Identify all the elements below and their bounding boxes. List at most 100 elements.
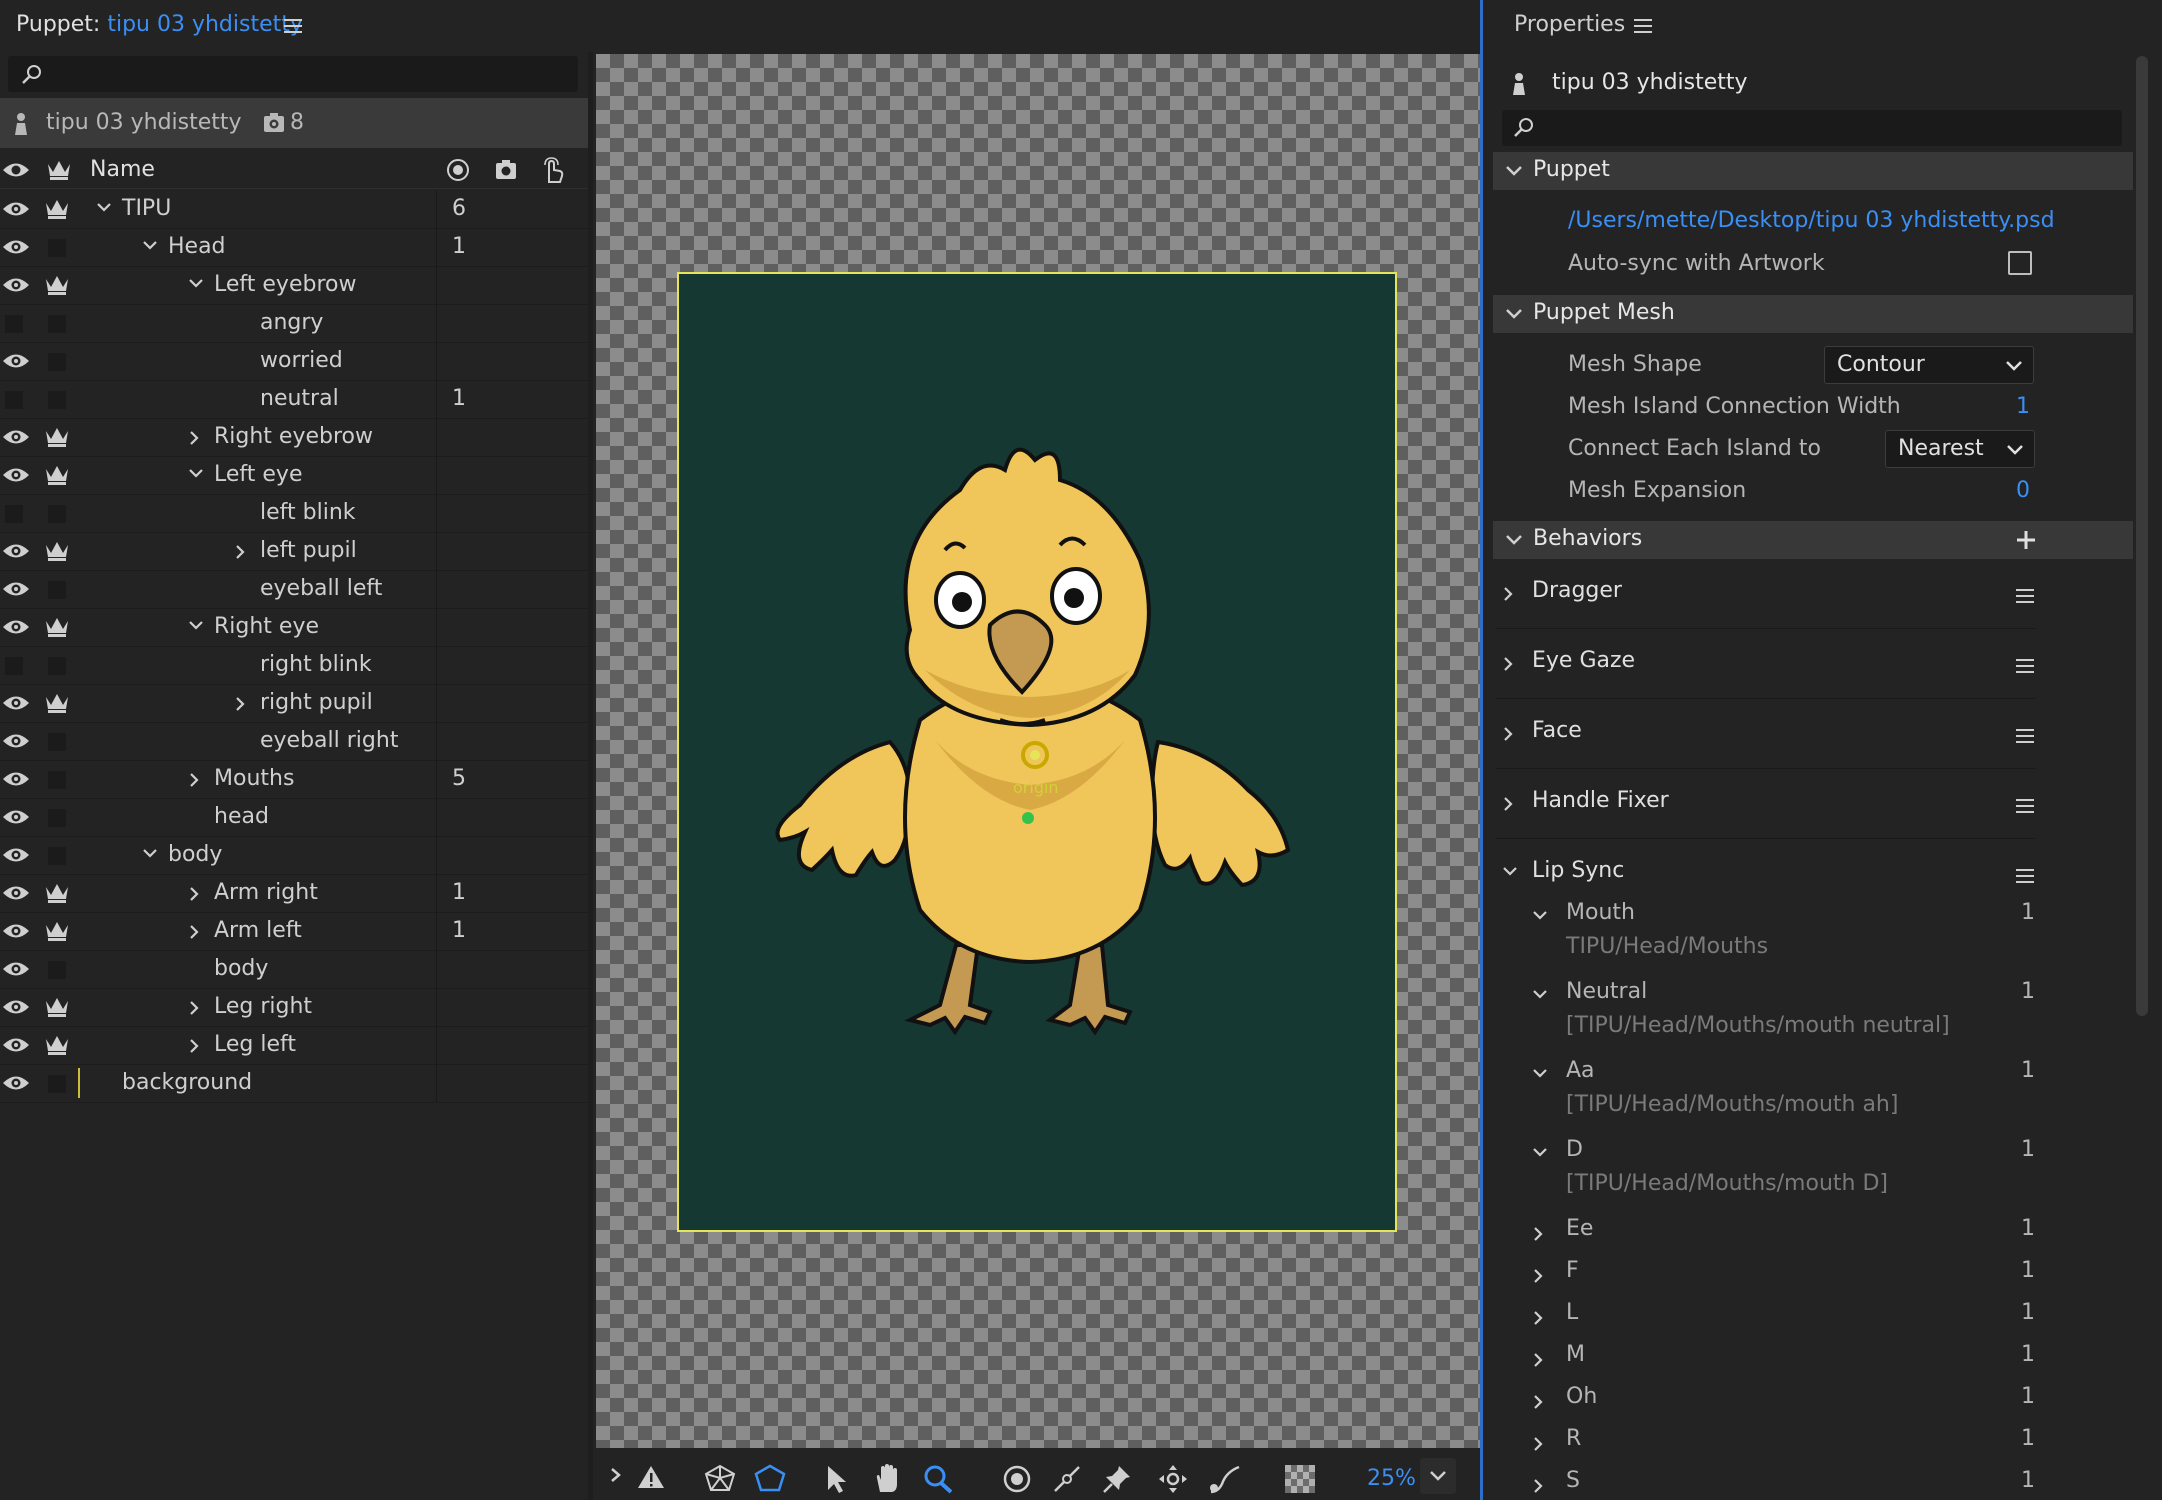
visibility-eye-icon[interactable]	[2, 465, 30, 485]
visibility-eye-icon[interactable]	[2, 579, 30, 599]
warp-independent-crown-icon[interactable]	[44, 274, 70, 296]
warp-independent-crown-icon[interactable]	[44, 616, 70, 638]
behavior-face[interactable]: Face	[1496, 700, 2036, 769]
warp-independent-toggle-off[interactable]	[48, 391, 66, 409]
chevron-right-icon[interactable]	[1532, 1394, 1548, 1410]
record-column-icon[interactable]	[446, 158, 470, 182]
touch-column-icon[interactable]	[540, 156, 566, 184]
island-width-value[interactable]: 1	[2016, 394, 2030, 419]
chevron-right-icon[interactable]	[234, 544, 250, 560]
visibility-column-icon[interactable]	[2, 160, 30, 180]
chevron-right-icon[interactable]	[1532, 1226, 1548, 1242]
warp-independent-toggle-off[interactable]	[48, 353, 66, 371]
viseme-label[interactable]: R	[1566, 1426, 1581, 1451]
viseme-label[interactable]: Aa	[1566, 1058, 1595, 1083]
behavior-dragger[interactable]: Dragger	[1496, 560, 2036, 629]
add-behavior-icon[interactable]	[2016, 530, 2036, 550]
visibility-eye-icon[interactable]	[2, 199, 30, 219]
chevron-down-icon[interactable]	[142, 848, 158, 864]
viseme-label[interactable]: Oh	[1566, 1384, 1597, 1409]
layer-row[interactable]: angry	[0, 304, 588, 343]
name-column-label[interactable]: Name	[90, 157, 155, 182]
puppet-summary-bar[interactable]: tipu 03 yhdistetty 8	[0, 98, 588, 148]
warp-independent-toggle-off[interactable]	[48, 1075, 66, 1093]
behavior-lip-sync[interactable]: Lip Sync	[1496, 840, 2036, 908]
visibility-eye-icon[interactable]	[2, 731, 30, 751]
warp-independent-toggle-off[interactable]	[48, 581, 66, 599]
visibility-eye-icon[interactable]	[2, 921, 30, 941]
properties-menu-icon[interactable]	[1634, 18, 1654, 34]
chevron-right-icon[interactable]	[1502, 796, 1518, 812]
warp-independent-crown-icon[interactable]	[44, 1034, 70, 1056]
left-panel-divider[interactable]	[588, 52, 593, 1500]
pin-tool-icon[interactable]	[1102, 1464, 1132, 1494]
chevron-down-icon[interactable]	[142, 240, 158, 256]
layer-row[interactable]: Arm left 1	[0, 912, 588, 951]
visibility-eye-icon[interactable]	[2, 275, 30, 295]
visibility-toggle-off[interactable]	[5, 315, 23, 333]
visibility-eye-icon[interactable]	[2, 693, 30, 713]
layer-row[interactable]: TIPU 6	[0, 190, 588, 229]
warp-independent-toggle-off[interactable]	[48, 847, 66, 865]
layer-row[interactable]: Left eyebrow	[0, 266, 588, 305]
mesh-expansion-value[interactable]: 0	[2016, 478, 2030, 503]
viseme-label[interactable]: S	[1566, 1468, 1580, 1493]
layer-row[interactable]: right blink	[0, 646, 588, 685]
chevron-right-icon[interactable]	[188, 1000, 204, 1016]
layer-search-input[interactable]	[8, 56, 578, 92]
zoom-dropdown-button[interactable]	[1420, 1458, 1456, 1494]
layer-row[interactable]: left pupil	[0, 532, 588, 571]
warp-independent-toggle-off[interactable]	[48, 315, 66, 333]
layer-row[interactable]: background	[0, 1064, 588, 1103]
chevron-right-icon[interactable]	[188, 430, 204, 446]
chevron-right-icon[interactable]	[1502, 586, 1518, 602]
warp-independent-toggle-off[interactable]	[48, 657, 66, 675]
visibility-eye-icon[interactable]	[2, 1035, 30, 1055]
camera-column-icon[interactable]	[494, 158, 518, 182]
visibility-eye-icon[interactable]	[2, 427, 30, 447]
puppet-title-link[interactable]: tipu 03 yhdistetty	[107, 12, 303, 37]
chevron-right-icon[interactable]	[188, 1038, 204, 1054]
stick-tool-icon[interactable]	[1052, 1464, 1082, 1494]
hand-tool-icon[interactable]	[872, 1464, 904, 1494]
chevron-down-icon[interactable]	[1532, 1147, 1548, 1163]
chevron-right-icon[interactable]	[234, 696, 250, 712]
layer-row[interactable]: eyeball right	[0, 722, 588, 761]
chevron-down-icon[interactable]	[1502, 866, 1518, 882]
layer-row[interactable]: Arm right 1	[0, 874, 588, 913]
chevron-right-icon[interactable]	[188, 772, 204, 788]
visibility-toggle-off[interactable]	[5, 391, 23, 409]
warp-independent-crown-icon[interactable]	[44, 692, 70, 714]
visibility-eye-icon[interactable]	[2, 807, 30, 827]
warp-independent-crown-icon[interactable]	[44, 920, 70, 942]
chevron-down-icon[interactable]	[1532, 910, 1548, 926]
visibility-eye-icon[interactable]	[2, 1073, 30, 1093]
behavior-handle-fixer[interactable]: Handle Fixer	[1496, 770, 2036, 839]
mesh-outline-icon[interactable]	[754, 1464, 786, 1492]
move-tool-icon[interactable]	[1158, 1464, 1188, 1494]
visibility-eye-icon[interactable]	[2, 959, 30, 979]
warp-independent-toggle-off[interactable]	[48, 505, 66, 523]
viseme-label[interactable]: Mouth	[1566, 900, 1635, 925]
chevron-right-icon[interactable]	[188, 924, 204, 940]
chevron-right-icon[interactable]	[1532, 1478, 1548, 1494]
section-behaviors[interactable]: Behaviors	[1493, 521, 2133, 559]
warp-independent-crown-icon[interactable]	[44, 198, 70, 220]
viseme-label[interactable]: D	[1566, 1137, 1583, 1162]
zoom-tool-icon[interactable]	[922, 1464, 954, 1494]
behavior-menu-icon[interactable]	[2016, 798, 2036, 814]
warp-independent-toggle-off[interactable]	[48, 961, 66, 979]
chevron-down-icon[interactable]	[96, 202, 112, 218]
behavior-menu-icon[interactable]	[2016, 588, 2036, 604]
layer-row[interactable]: Right eyebrow	[0, 418, 588, 457]
select-arrow-icon[interactable]	[822, 1464, 850, 1494]
section-puppet[interactable]: Puppet	[1493, 152, 2133, 190]
transparency-grid-icon[interactable]	[1284, 1464, 1316, 1494]
visibility-toggle-off[interactable]	[5, 657, 23, 675]
visibility-eye-icon[interactable]	[2, 237, 30, 257]
layer-row[interactable]: head	[0, 798, 588, 837]
visibility-eye-icon[interactable]	[2, 883, 30, 903]
warp-independent-crown-icon[interactable]	[44, 996, 70, 1018]
chevron-right-icon[interactable]	[1532, 1268, 1548, 1284]
warning-icon[interactable]	[636, 1464, 666, 1490]
